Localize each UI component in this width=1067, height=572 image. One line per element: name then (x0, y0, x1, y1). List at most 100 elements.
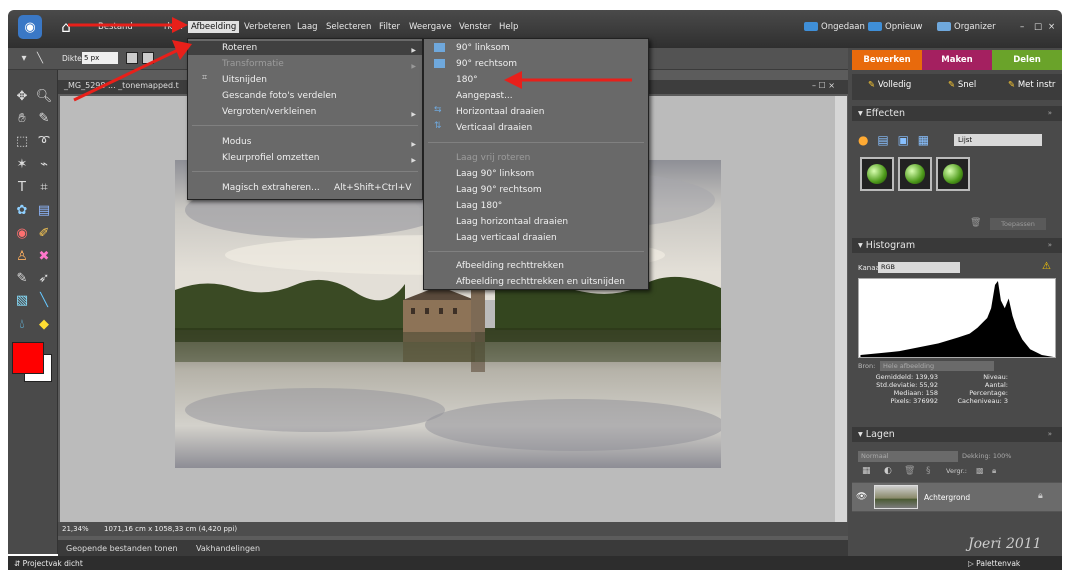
marquee-tool-icon[interactable]: ⬚ (12, 133, 32, 151)
mode-volledig-button[interactable]: ✎ Volledig (868, 80, 911, 90)
layer-styles-icon[interactable]: ▤ (877, 133, 888, 147)
kanaal-select[interactable]: RGB (878, 262, 960, 273)
all-effects-icon[interactable]: ▦ (918, 133, 929, 147)
option-button-1[interactable] (126, 52, 138, 64)
tab-bewerken[interactable]: Bewerken (852, 50, 922, 70)
apply-effect-button[interactable]: Toepassen (990, 218, 1046, 230)
effect-thumbnail-3[interactable] (936, 157, 970, 191)
tab-open-files[interactable]: Geopende bestanden tonen (66, 544, 178, 553)
new-layer-icon[interactable]: ▦ (862, 466, 871, 476)
hand-tool-icon[interactable]: ✋︎ (12, 110, 32, 128)
red-eye-tool-icon[interactable]: ◉ (12, 225, 32, 243)
menu-venster[interactable]: Venster (459, 22, 491, 32)
foreground-color-swatch[interactable] (12, 342, 44, 374)
lock-all-icon[interactable]: 🔒︎ (992, 466, 996, 476)
undo-button[interactable]: Ongedaan (804, 22, 865, 32)
redo-button[interactable]: Opnieuw (868, 22, 922, 32)
filters-icon[interactable]: ● (858, 133, 868, 147)
vertical-scrollbar[interactable] (835, 96, 847, 522)
palette-bin-toggle[interactable]: ▷ Palettenvak (968, 559, 1020, 568)
menu-item-magisch-extraheren[interactable]: Magisch extraheren... Alt+Shift+Ctrl+V (188, 181, 422, 195)
sponge-tool-icon[interactable]: ◆ (34, 316, 54, 334)
menu-filter[interactable]: Filter (379, 22, 400, 32)
straighten-tool-icon[interactable]: ▤ (34, 202, 54, 220)
menu-item-uitsnijden[interactable]: Uitsnijden (188, 73, 422, 87)
mode-snel-button[interactable]: ✎ Snel (948, 80, 976, 90)
menu-item-90-rechtsom[interactable]: 90° rechtsom (456, 57, 517, 71)
menu-item-180[interactable]: 180° (456, 73, 478, 87)
menu-item-laag-180[interactable]: Laag 180° (456, 199, 502, 213)
eraser-tool-icon[interactable]: ✖ (34, 248, 54, 266)
delete-layer-icon[interactable]: 🗑︎ (904, 466, 915, 476)
dikte-field[interactable]: 5 px (82, 52, 118, 64)
zoom-level[interactable]: 21,34% (62, 525, 89, 533)
menu-item-rechttrekken-uitsnijden[interactable]: Afbeelding rechttrekken en uitsnijden (456, 275, 625, 289)
tab-maken[interactable]: Maken (922, 50, 992, 70)
effect-thumbnail-1[interactable] (860, 157, 894, 191)
move-tool-icon[interactable]: ✥ (12, 88, 32, 106)
smart-brush-tool-icon[interactable]: ➶ (34, 270, 54, 288)
crop-tool-icon[interactable]: ⌗ (34, 179, 54, 197)
menu-item-modus[interactable]: Modus ▶ (188, 135, 422, 149)
menu-item-rechttrekken[interactable]: Afbeelding rechttrekken (456, 259, 564, 273)
blur-tool-icon[interactable]: 💧︎ (12, 316, 32, 334)
opacity-control[interactable]: Dekking: 100% (962, 452, 1011, 460)
menu-help[interactable]: Help (499, 22, 518, 32)
menu-bestand[interactable]: Bestand (98, 22, 133, 32)
photo-effects-icon[interactable]: ▣ (898, 133, 909, 147)
menu-item-laag-horizontaal[interactable]: Laag horizontaal draaien (456, 215, 568, 229)
app-logo-icon[interactable]: ◉ (18, 15, 42, 39)
menu-item-laag-vrij-roteren[interactable]: Laag vrij roteren (456, 151, 530, 165)
menu-item-verticaal-draaien[interactable]: Verticaal draaien (456, 121, 532, 135)
gradient-tool-icon[interactable]: ▧ (12, 292, 32, 310)
menu-item-aangepast[interactable]: Aangepast... (456, 89, 513, 103)
trash-icon[interactable]: 🗑︎ (970, 218, 981, 228)
menu-verbeteren[interactable]: Verbeteren (244, 22, 291, 32)
menu-selecteren[interactable]: Selecteren (326, 22, 371, 32)
menu-item-90-linksom[interactable]: 90° linksom (456, 41, 510, 55)
tab-delen[interactable]: Delen (992, 50, 1062, 70)
menu-laag[interactable]: Laag (297, 22, 318, 32)
menu-item-kleurprofiel[interactable]: Kleurprofiel omzetten ▶ (188, 151, 422, 165)
minimize-button[interactable]: – (1020, 22, 1024, 32)
tab-actions[interactable]: Vakhandelingen (196, 544, 260, 553)
bron-select[interactable]: Hele afbeelding (880, 361, 994, 371)
menu-weergave[interactable]: Weergave (409, 22, 452, 32)
organizer-button[interactable]: Organizer (937, 22, 996, 32)
menu-afbeelding[interactable]: Afbeelding (188, 21, 240, 33)
magic-wand-tool-icon[interactable]: ✶ (12, 156, 32, 174)
effecten-panel-header[interactable]: ▾ Effecten» (852, 106, 1062, 121)
restore-button[interactable]: □ (1034, 22, 1042, 32)
visibility-eye-icon[interactable]: 👁︎ (856, 492, 867, 502)
shape-line-tool-icon[interactable]: ╲ (34, 292, 54, 310)
line-tool-icon[interactable]: ╲ (30, 50, 50, 68)
close-button[interactable]: × (1048, 22, 1055, 32)
eyedropper-tool-icon[interactable]: ✎ (34, 110, 54, 128)
healing-brush-tool-icon[interactable]: ✐ (34, 225, 54, 243)
menu-item-laag-verticaal[interactable]: Laag verticaal draaien (456, 231, 557, 245)
effecten-view-select[interactable]: Lijst (954, 134, 1042, 146)
zoom-tool-icon[interactable]: 🔍︎ (34, 88, 54, 106)
lagen-panel-header[interactable]: ▾ Lagen» (852, 427, 1062, 442)
menu-item-horizontaal-draaien[interactable]: Horizontaal draaien (456, 105, 545, 119)
warning-icon[interactable]: ⚠ (1042, 261, 1051, 272)
menu-item-gescande-fotos[interactable]: Gescande foto's verdelen (188, 89, 422, 103)
effect-thumbnail-2[interactable] (898, 157, 932, 191)
home-icon[interactable]: ⌂ (56, 18, 76, 36)
lasso-tool-icon[interactable]: ➰︎ (34, 133, 54, 151)
document-window-controls[interactable]: – ☐ × (812, 81, 835, 90)
menu-item-laag-90-rechtsom[interactable]: Laag 90° rechtsom (456, 183, 542, 197)
menu-item-vergroten[interactable]: Vergroten/verkleinen ▶ (188, 105, 422, 119)
link-layer-icon[interactable]: § (926, 466, 931, 476)
blend-mode-select[interactable]: Normaal (858, 451, 958, 462)
menu-bewerken[interactable]: rken (164, 22, 183, 32)
adjustment-layer-icon[interactable]: ◐ (884, 466, 892, 476)
lock-transparency-icon[interactable]: ▩ (976, 466, 984, 475)
brush-tool-icon[interactable]: ✎ (12, 270, 32, 288)
type-tool-icon[interactable]: T (12, 179, 32, 197)
mode-instr-button[interactable]: ✎ Met instr (1008, 80, 1055, 90)
histogram-panel-header[interactable]: ▾ Histogram» (852, 238, 1062, 253)
clone-stamp-tool-icon[interactable]: ♙ (12, 248, 32, 266)
cookie-cutter-tool-icon[interactable]: ✿ (12, 202, 32, 220)
selection-brush-tool-icon[interactable]: ⌁ (34, 156, 54, 174)
